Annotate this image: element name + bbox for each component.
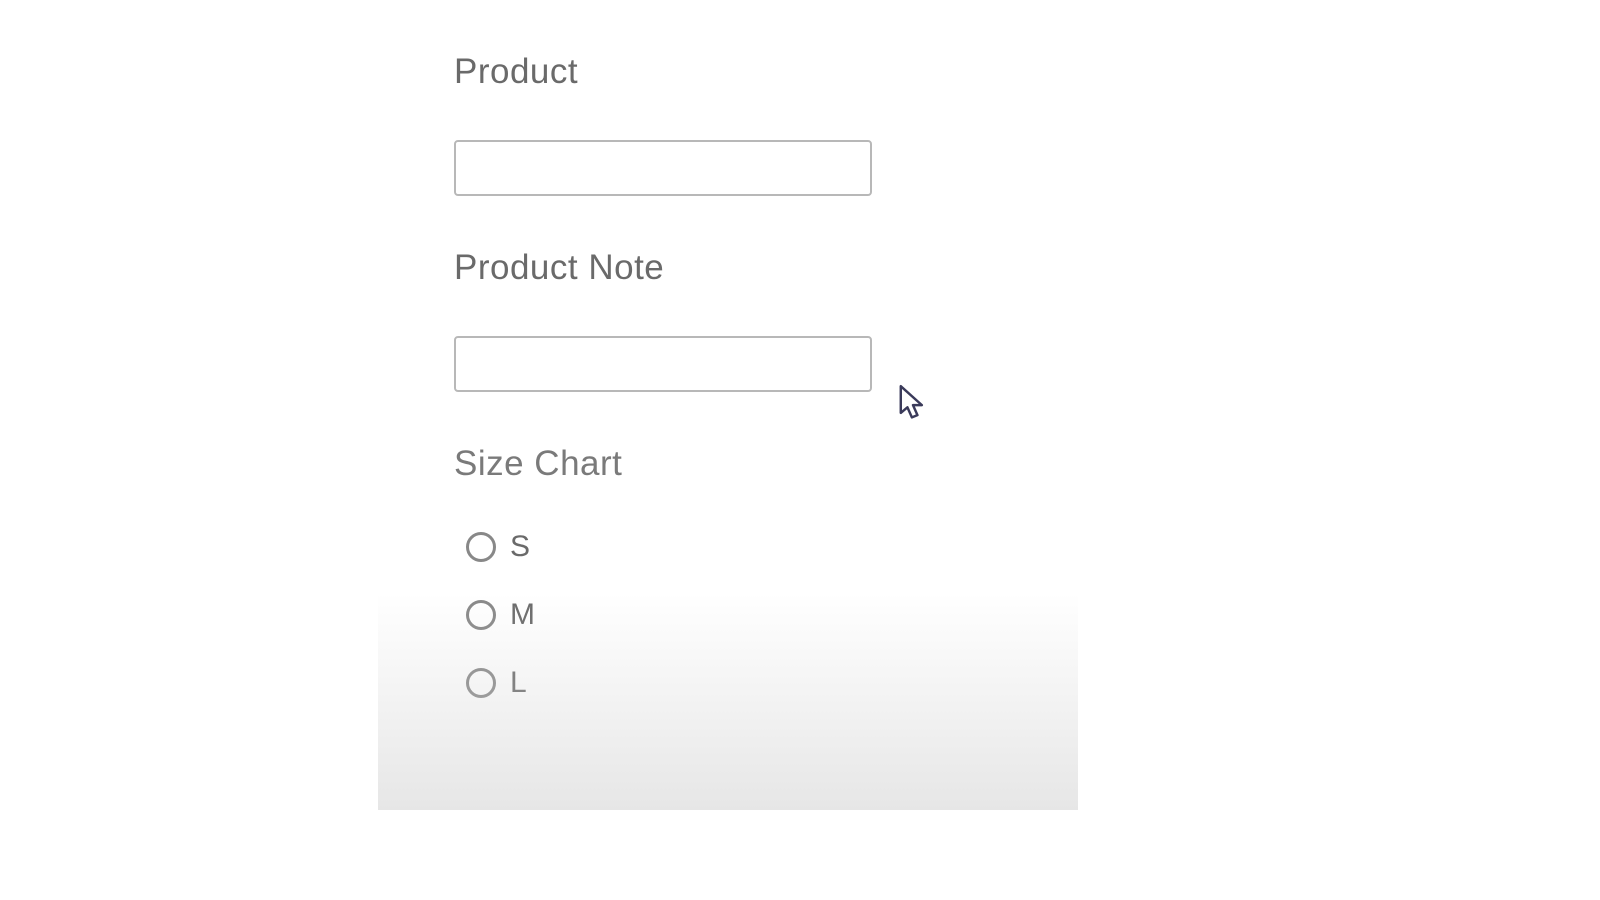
size-option-s[interactable]: S	[466, 530, 872, 564]
cursor-icon	[896, 384, 930, 424]
radio-icon	[466, 532, 496, 562]
product-note-label: Product Note	[454, 248, 872, 288]
product-note-input[interactable]	[454, 336, 872, 392]
product-input[interactable]	[454, 140, 872, 196]
product-form: Product Product Note Size Chart S M L	[454, 52, 872, 700]
size-option-m[interactable]: M	[466, 598, 872, 632]
size-option-label: S	[510, 530, 530, 564]
product-label: Product	[454, 52, 872, 92]
radio-icon	[466, 668, 496, 698]
size-radio-group: S M L	[454, 530, 872, 700]
radio-icon	[466, 600, 496, 630]
size-chart-label: Size Chart	[454, 444, 872, 484]
size-option-label: M	[510, 598, 535, 632]
size-option-l[interactable]: L	[466, 666, 872, 700]
size-option-label: L	[510, 666, 527, 700]
size-chart-section: Size Chart S M L	[454, 444, 872, 700]
